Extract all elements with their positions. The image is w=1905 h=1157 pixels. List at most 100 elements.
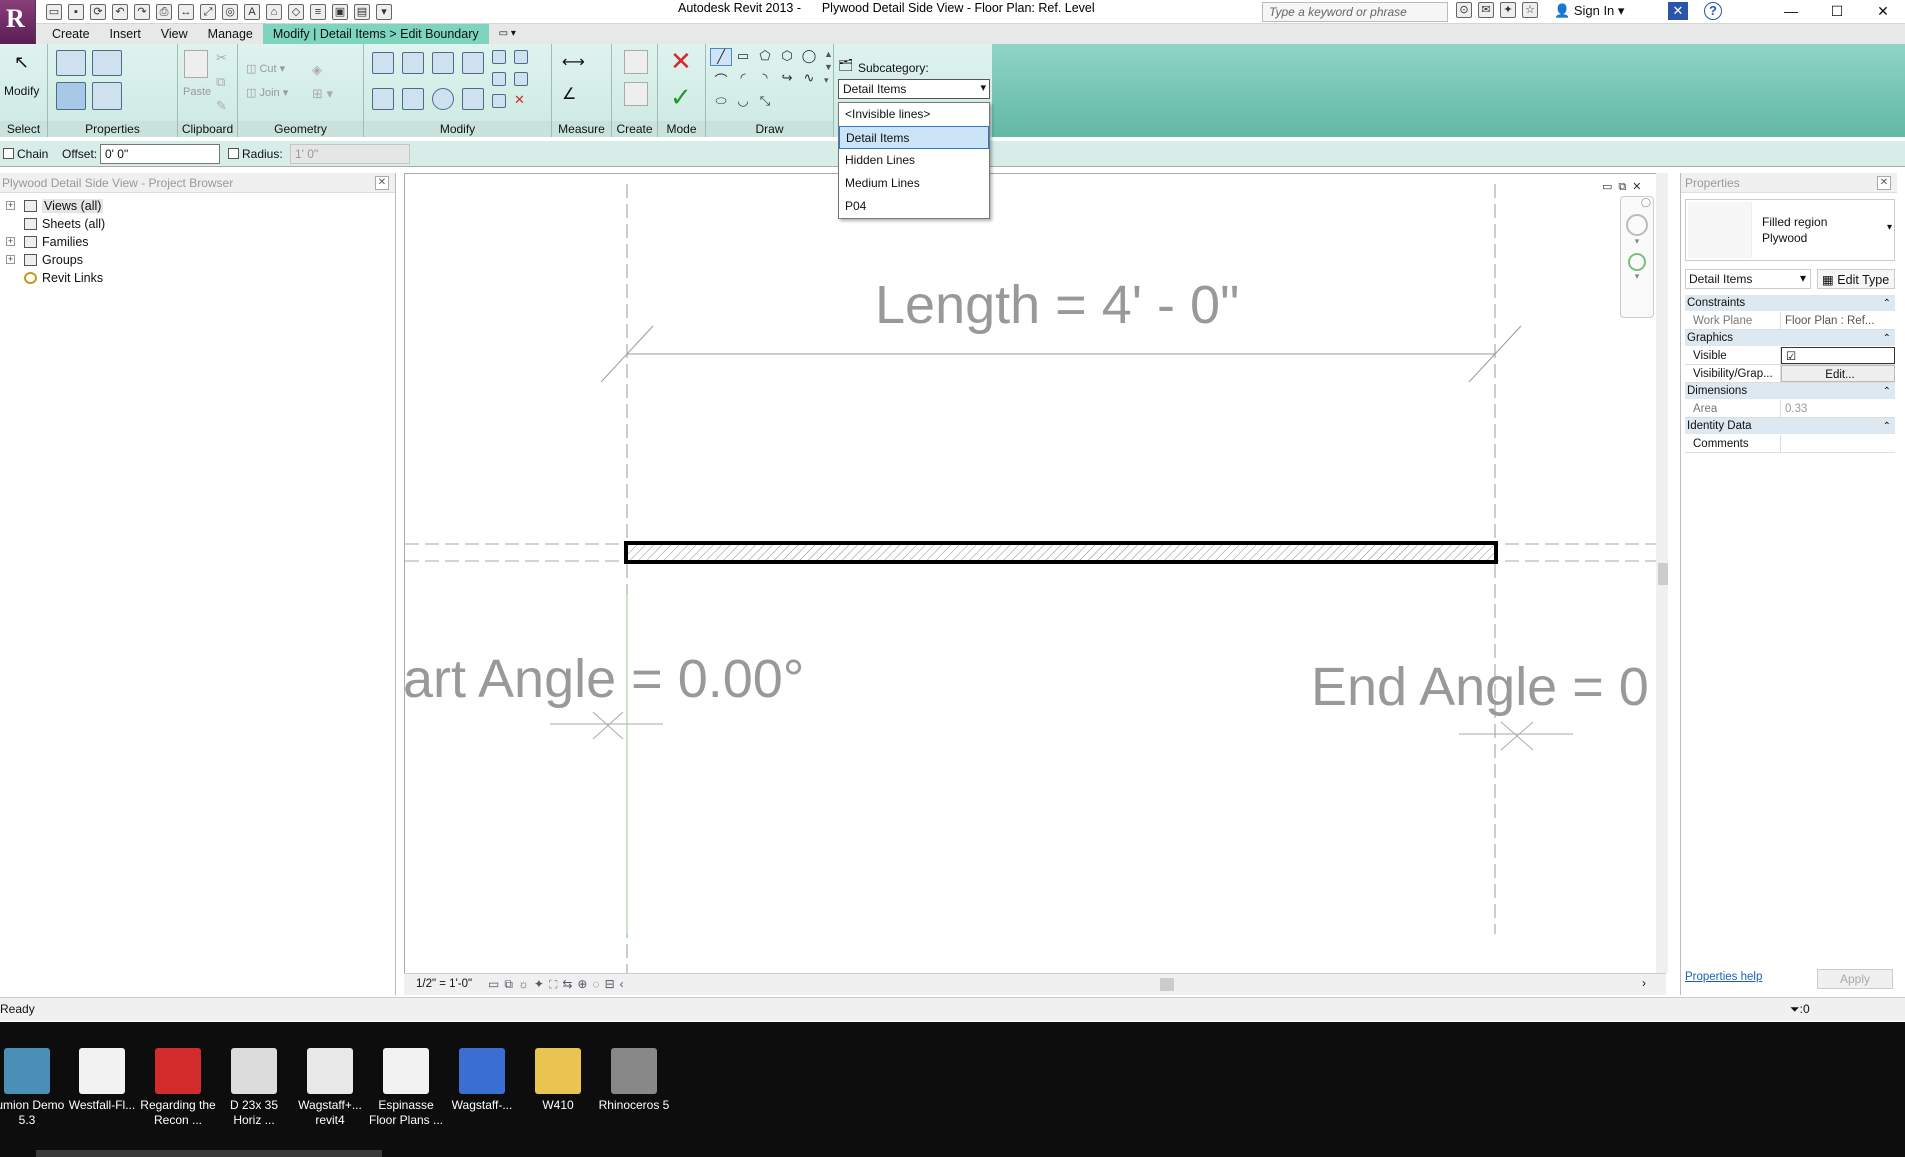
customize-qat-icon[interactable]: ▾ [376,4,392,20]
desktop-icon[interactable]: Wagstaff-... [443,1048,521,1113]
align-icon[interactable] [372,52,394,74]
visible-checkbox[interactable]: ☑ [1781,347,1895,364]
spline-icon[interactable]: ∿ [798,70,820,89]
search-input[interactable]: Type a keyword or phrase [1262,2,1448,22]
tab-modify-edit-boundary[interactable]: Modify | Detail Items > Edit Boundary [262,24,489,44]
paste-button[interactable]: Paste [183,86,211,98]
exchange-apps-icon[interactable]: ✕ [1668,2,1688,20]
expand-icon[interactable]: + [6,237,15,246]
binoculars-icon[interactable]: ⊙ [1456,2,1472,18]
subcategory-option[interactable]: P04 [839,195,989,218]
properties-icon[interactable] [56,50,86,76]
line-icon[interactable]: ╱ [710,48,732,66]
radius-input[interactable]: 1' 0" [290,144,410,164]
view-window-controls[interactable]: ▭⧉✕ [1602,180,1647,194]
split-face-icon[interactable]: ⊞ ▾ [312,86,333,102]
thin-lines-icon[interactable]: ≡ [310,4,326,20]
communication-icon[interactable]: ✦ [1500,2,1516,18]
partial-ellipse-icon[interactable]: ◡ [732,93,754,109]
pick-lines-icon[interactable]: ⤡ [754,93,776,109]
cancel-edit-icon[interactable]: ✕ [670,46,692,77]
favorites-icon[interactable]: ☆ [1522,2,1538,18]
3d-view-icon[interactable]: ⌂ [266,4,282,20]
sync-icon[interactable]: ⟳ [90,4,106,20]
rectangle-icon[interactable]: ▭ [732,48,754,66]
delete-icon[interactable]: ✕ [514,92,525,108]
undo-icon[interactable]: ↶ [112,4,128,20]
cursor-icon[interactable]: ↖ [14,52,29,73]
comments-input[interactable] [1781,435,1895,452]
subscription-icon[interactable]: ✉ [1478,2,1494,18]
cut-icon[interactable]: ✂ [216,50,227,66]
edit-type-button[interactable]: ▦ Edit Type [1817,269,1895,289]
offset-icon[interactable] [402,52,424,74]
match-type-icon[interactable]: ✎ [216,98,227,114]
split-element-icon[interactable] [492,50,506,64]
cut-geometry-button[interactable]: ◫ Cut ▾ [246,62,285,75]
subcategory-select[interactable]: Detail Items [838,79,990,99]
application-menu-button[interactable]: R [0,0,36,46]
subcategory-option-selected[interactable]: Detail Items [839,126,989,149]
scale-icon[interactable] [514,72,528,86]
maximize-icon[interactable]: ☐ [1814,0,1860,24]
array-icon[interactable] [492,72,506,86]
instance-filter-select[interactable]: Detail Items [1685,269,1811,289]
scroll-right-icon[interactable]: › [1642,976,1646,990]
text-icon[interactable]: A [244,4,260,20]
close-icon[interactable]: ✕ [375,176,389,190]
move-icon[interactable] [372,88,394,110]
vertical-scroll-thumb[interactable] [1658,563,1668,585]
group-graphics[interactable]: Graphics [1685,330,1895,347]
dropdown-icon[interactable]: ▾ [1621,271,1653,282]
circle-icon[interactable]: ◯ [798,48,820,66]
save-icon[interactable]: ▪ [68,4,84,20]
type-properties-icon[interactable] [92,50,122,76]
desktop-icon[interactable]: Rhinoceros 5 [595,1048,673,1113]
finish-edit-icon[interactable]: ✓ [670,82,692,113]
properties-help-link[interactable]: Properties help [1685,971,1762,983]
mirror-draw-icon[interactable] [462,52,484,74]
subcategory-option[interactable]: Hidden Lines [839,149,989,172]
switch-windows-icon[interactable]: ▤ [354,4,370,20]
family-types-icon[interactable] [92,82,122,110]
inscribed-polygon-icon[interactable]: ⬠ [754,48,776,66]
view-scale[interactable]: 1/2" = 1'-0" [416,978,472,990]
zoom-icon[interactable] [1628,253,1646,271]
dimension-icon[interactable]: ⤢ [200,4,216,20]
tree-item-revit-links[interactable]: Revit Links [0,269,395,287]
expand-icon[interactable]: + [6,255,15,264]
trim-extend-icon[interactable] [462,88,484,110]
chain-checkbox[interactable] [3,148,14,159]
close-icon[interactable]: ✕ [1877,176,1891,190]
split-gap-icon[interactable] [514,50,528,64]
pin-icon[interactable] [492,94,506,108]
tree-item-families[interactable]: + Families [0,233,395,251]
horizontal-scroll-thumb[interactable] [1160,978,1174,991]
group-constraints[interactable]: Constraints [1685,295,1895,312]
paste-icon[interactable] [184,50,208,78]
tab-insert[interactable]: Insert [100,24,151,44]
measure-distance-icon[interactable]: ⟷ [562,52,585,72]
redo-icon[interactable]: ↷ [134,4,150,20]
print-icon[interactable]: ⎙ [156,4,172,20]
copy-icon[interactable]: ⧉ [216,74,225,90]
plywood-filled-region[interactable] [624,541,1498,564]
open-icon[interactable]: ▭ [46,4,62,20]
circumscribed-polygon-icon[interactable]: ⬡ [776,48,798,66]
dropdown-icon[interactable]: ▾ [1621,236,1653,247]
tangent-arc-icon[interactable]: ◝ [754,70,776,89]
mirror-axis-icon[interactable] [432,52,454,74]
create-group-icon[interactable] [624,82,648,106]
tree-item-views[interactable]: + Views (all) [0,197,395,215]
tree-item-groups[interactable]: + Groups [0,251,395,269]
tab-view[interactable]: View [151,24,198,44]
fillet-arc-icon[interactable]: ↪ [776,70,798,89]
tab-manage[interactable]: Manage [198,24,263,44]
sign-in-button[interactable]: 👤 Sign In ▾ [1554,3,1624,19]
filter-count[interactable]: ⏷:0 [1790,1002,1810,1017]
tag-icon[interactable]: ◎ [222,4,238,20]
start-end-arc-icon[interactable]: ⌒ [710,70,732,89]
aligned-dimension-icon[interactable]: ∠ [562,84,576,104]
subcategory-option[interactable]: Medium Lines [839,172,989,195]
desktop-icon[interactable]: Espinasse Floor Plans ... [367,1048,445,1128]
